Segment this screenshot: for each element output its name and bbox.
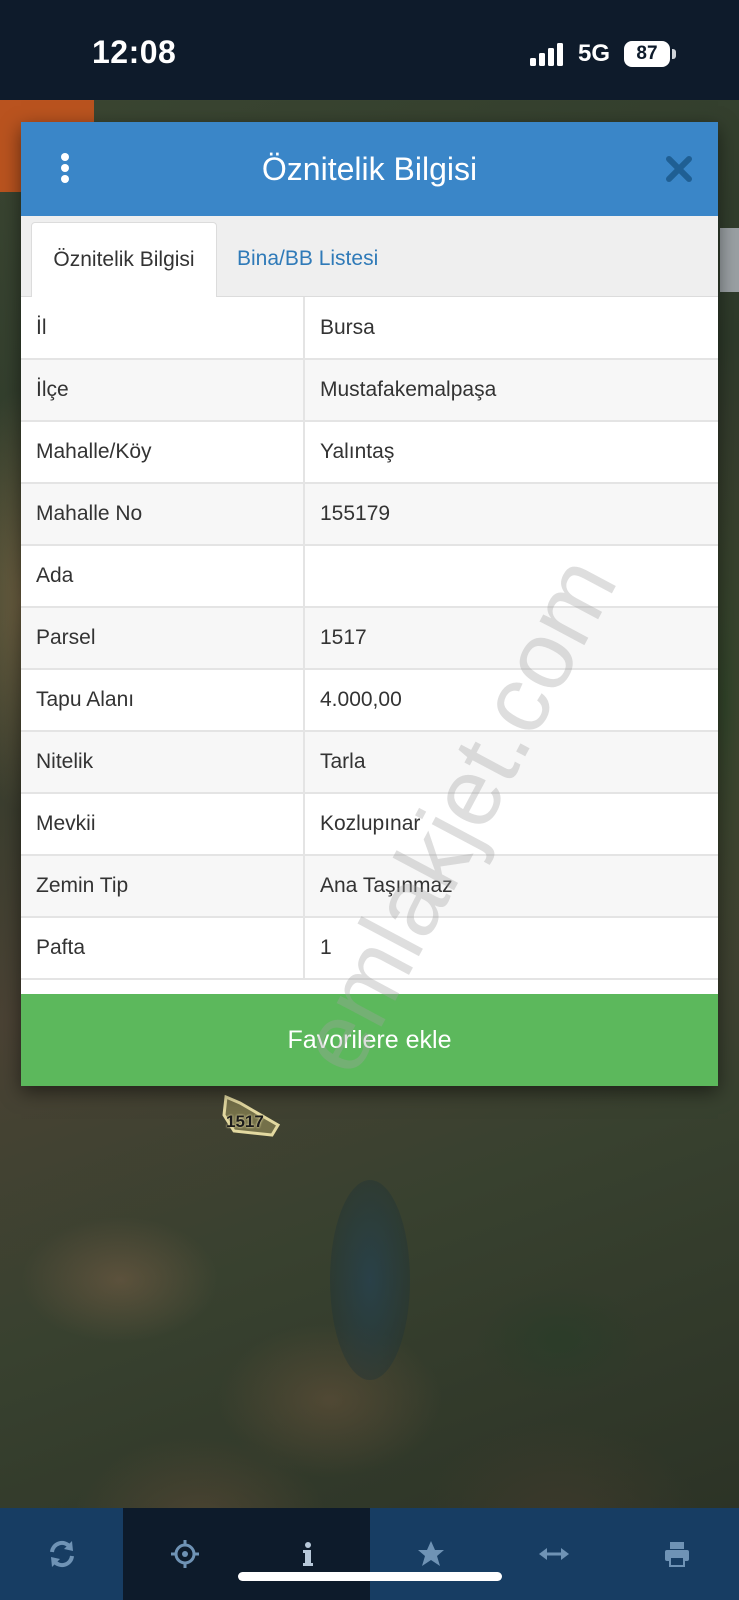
table-row: Tapu Alanı 4.000,00: [21, 668, 718, 732]
table-row: Zemin Tip Ana Taşınmaz: [21, 854, 718, 918]
row-key: Mahalle No: [21, 482, 305, 546]
home-indicator: [238, 1572, 502, 1581]
table-row: Mahalle/Köy Yalıntaş: [21, 420, 718, 484]
modal-header: Öznitelik Bilgisi: [21, 122, 718, 216]
row-value: Tarla: [303, 730, 718, 794]
modal-title: Öznitelik Bilgisi: [261, 150, 478, 187]
table-row: İl Bursa: [21, 297, 718, 360]
locate-icon: [170, 1540, 199, 1568]
row-key: İl: [21, 297, 305, 360]
row-key: Mahalle/Köy: [21, 420, 305, 484]
table-row: Parsel 1517: [21, 606, 718, 670]
parcel-number-label: 1517: [226, 1112, 264, 1131]
table-row: Ada: [21, 544, 718, 608]
row-value: 4.000,00: [303, 668, 718, 732]
tab-bar: Öznitelik Bilgisi Bina/BB Listesi: [21, 216, 718, 297]
row-value: Ana Taşınmaz: [303, 854, 718, 918]
locate-button[interactable]: [123, 1508, 247, 1600]
map-scroll-handle[interactable]: [720, 228, 739, 292]
row-value: Mustafakemalpaşa: [303, 358, 718, 422]
status-bar: 12:08 5G 87: [0, 0, 739, 100]
refresh-icon: [49, 1540, 74, 1568]
table-row: İlçe Mustafakemalpaşa: [21, 358, 718, 422]
info-icon: [302, 1542, 313, 1566]
print-button[interactable]: [616, 1508, 739, 1600]
tab-attribute-info[interactable]: Öznitelik Bilgisi: [31, 222, 217, 297]
signal-icon: [530, 43, 563, 66]
attribute-table: İl Bursa İlçe Mustafakemalpaşa Mahalle/Köy…: [21, 297, 718, 980]
table-row: Mevkii Kozlupınar: [21, 792, 718, 856]
table-row: Mahalle No 155179: [21, 482, 718, 546]
row-key: Mevkii: [21, 792, 305, 856]
row-key: Zemin Tip: [21, 854, 305, 918]
battery-icon: 87: [624, 41, 670, 67]
status-time: 12:08: [92, 34, 177, 70]
measure-button[interactable]: [493, 1508, 616, 1600]
refresh-button[interactable]: [0, 1508, 123, 1600]
favorites-button[interactable]: [370, 1508, 493, 1600]
map-river: [330, 1180, 410, 1380]
row-key: Nitelik: [21, 730, 305, 794]
row-key: Ada: [21, 544, 305, 608]
row-value: Bursa: [303, 297, 718, 360]
info-button[interactable]: [246, 1508, 370, 1600]
row-value: 1: [303, 916, 718, 980]
measure-icon: [539, 1548, 570, 1560]
tab-building-list[interactable]: Bina/BB Listesi: [237, 222, 378, 296]
row-value: [303, 544, 718, 608]
row-key: Tapu Alanı: [21, 668, 305, 732]
battery-tip: [672, 49, 676, 59]
bottom-toolbar: [0, 1508, 739, 1600]
attribute-info-modal: Öznitelik Bilgisi Öznitelik Bilgisi Bina…: [21, 122, 718, 1086]
row-value: 1517: [303, 606, 718, 670]
battery-level: 87: [636, 43, 658, 64]
row-value: Yalıntaş: [303, 420, 718, 484]
close-icon[interactable]: [662, 152, 696, 186]
print-icon: [665, 1542, 690, 1567]
row-value: 155179: [303, 482, 718, 546]
row-key: İlçe: [21, 358, 305, 422]
star-icon: [418, 1541, 445, 1566]
row-key: Parsel: [21, 606, 305, 670]
more-options-icon[interactable]: [57, 150, 73, 188]
table-row: Pafta 1: [21, 916, 718, 980]
table-row: Nitelik Tarla: [21, 730, 718, 794]
add-to-favorites-button[interactable]: Favorilere ekle: [21, 994, 718, 1086]
network-type: 5G: [578, 40, 611, 67]
row-key: Pafta: [21, 916, 305, 980]
row-value: Kozlupınar: [303, 792, 718, 856]
